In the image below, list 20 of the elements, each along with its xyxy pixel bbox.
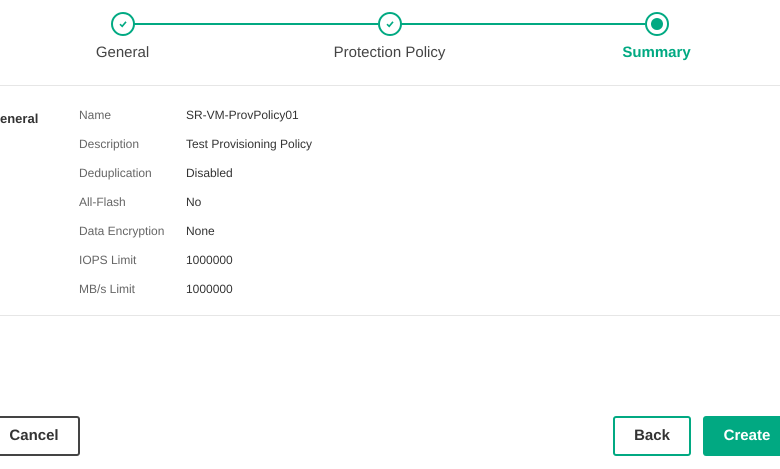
field-label: Deduplication [79,165,153,181]
field-value: No [186,194,202,210]
section-title: eneral [0,111,38,126]
field-label: All-Flash [79,194,127,210]
field-label: Data Encryption [79,223,166,239]
cancel-button[interactable]: Cancel [0,416,80,456]
field-label: Name [79,107,112,123]
field-label: Description [79,136,140,152]
step-label: General [96,43,150,63]
field-value: 1000000 [186,281,233,297]
field-value: SR-VM-ProvPolicy01 [186,107,299,123]
field-value: None [186,223,215,239]
field-value: Disabled [186,165,233,181]
step-label: Summary [622,43,691,63]
field-value: Test Provisioning Policy [186,136,312,152]
field-label: IOPS Limit [79,252,138,268]
step-label: Protection Policy [334,43,446,63]
field-label: MB/s Limit [79,281,136,297]
back-button[interactable]: Back [613,416,691,456]
field-value: 1000000 [186,252,233,268]
